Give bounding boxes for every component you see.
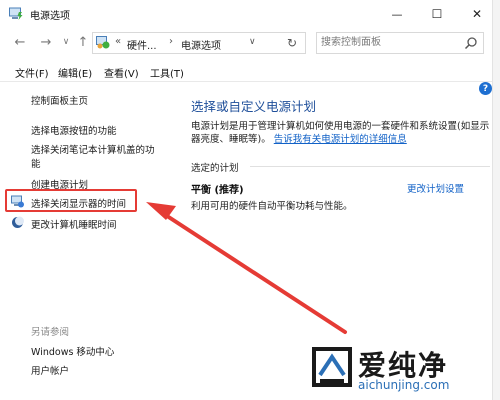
background-window-edge bbox=[492, 0, 500, 400]
aichunjing-logo bbox=[312, 347, 352, 387]
watermark-english: aichunjing.com bbox=[358, 378, 450, 392]
annotation-arrow bbox=[146, 202, 347, 334]
power-options-window: 电源选项 — ☐ ✕ ← → ∨ ↑ « 硬件... › 电源选项 ∨ ↻ 搜索… bbox=[0, 0, 500, 400]
